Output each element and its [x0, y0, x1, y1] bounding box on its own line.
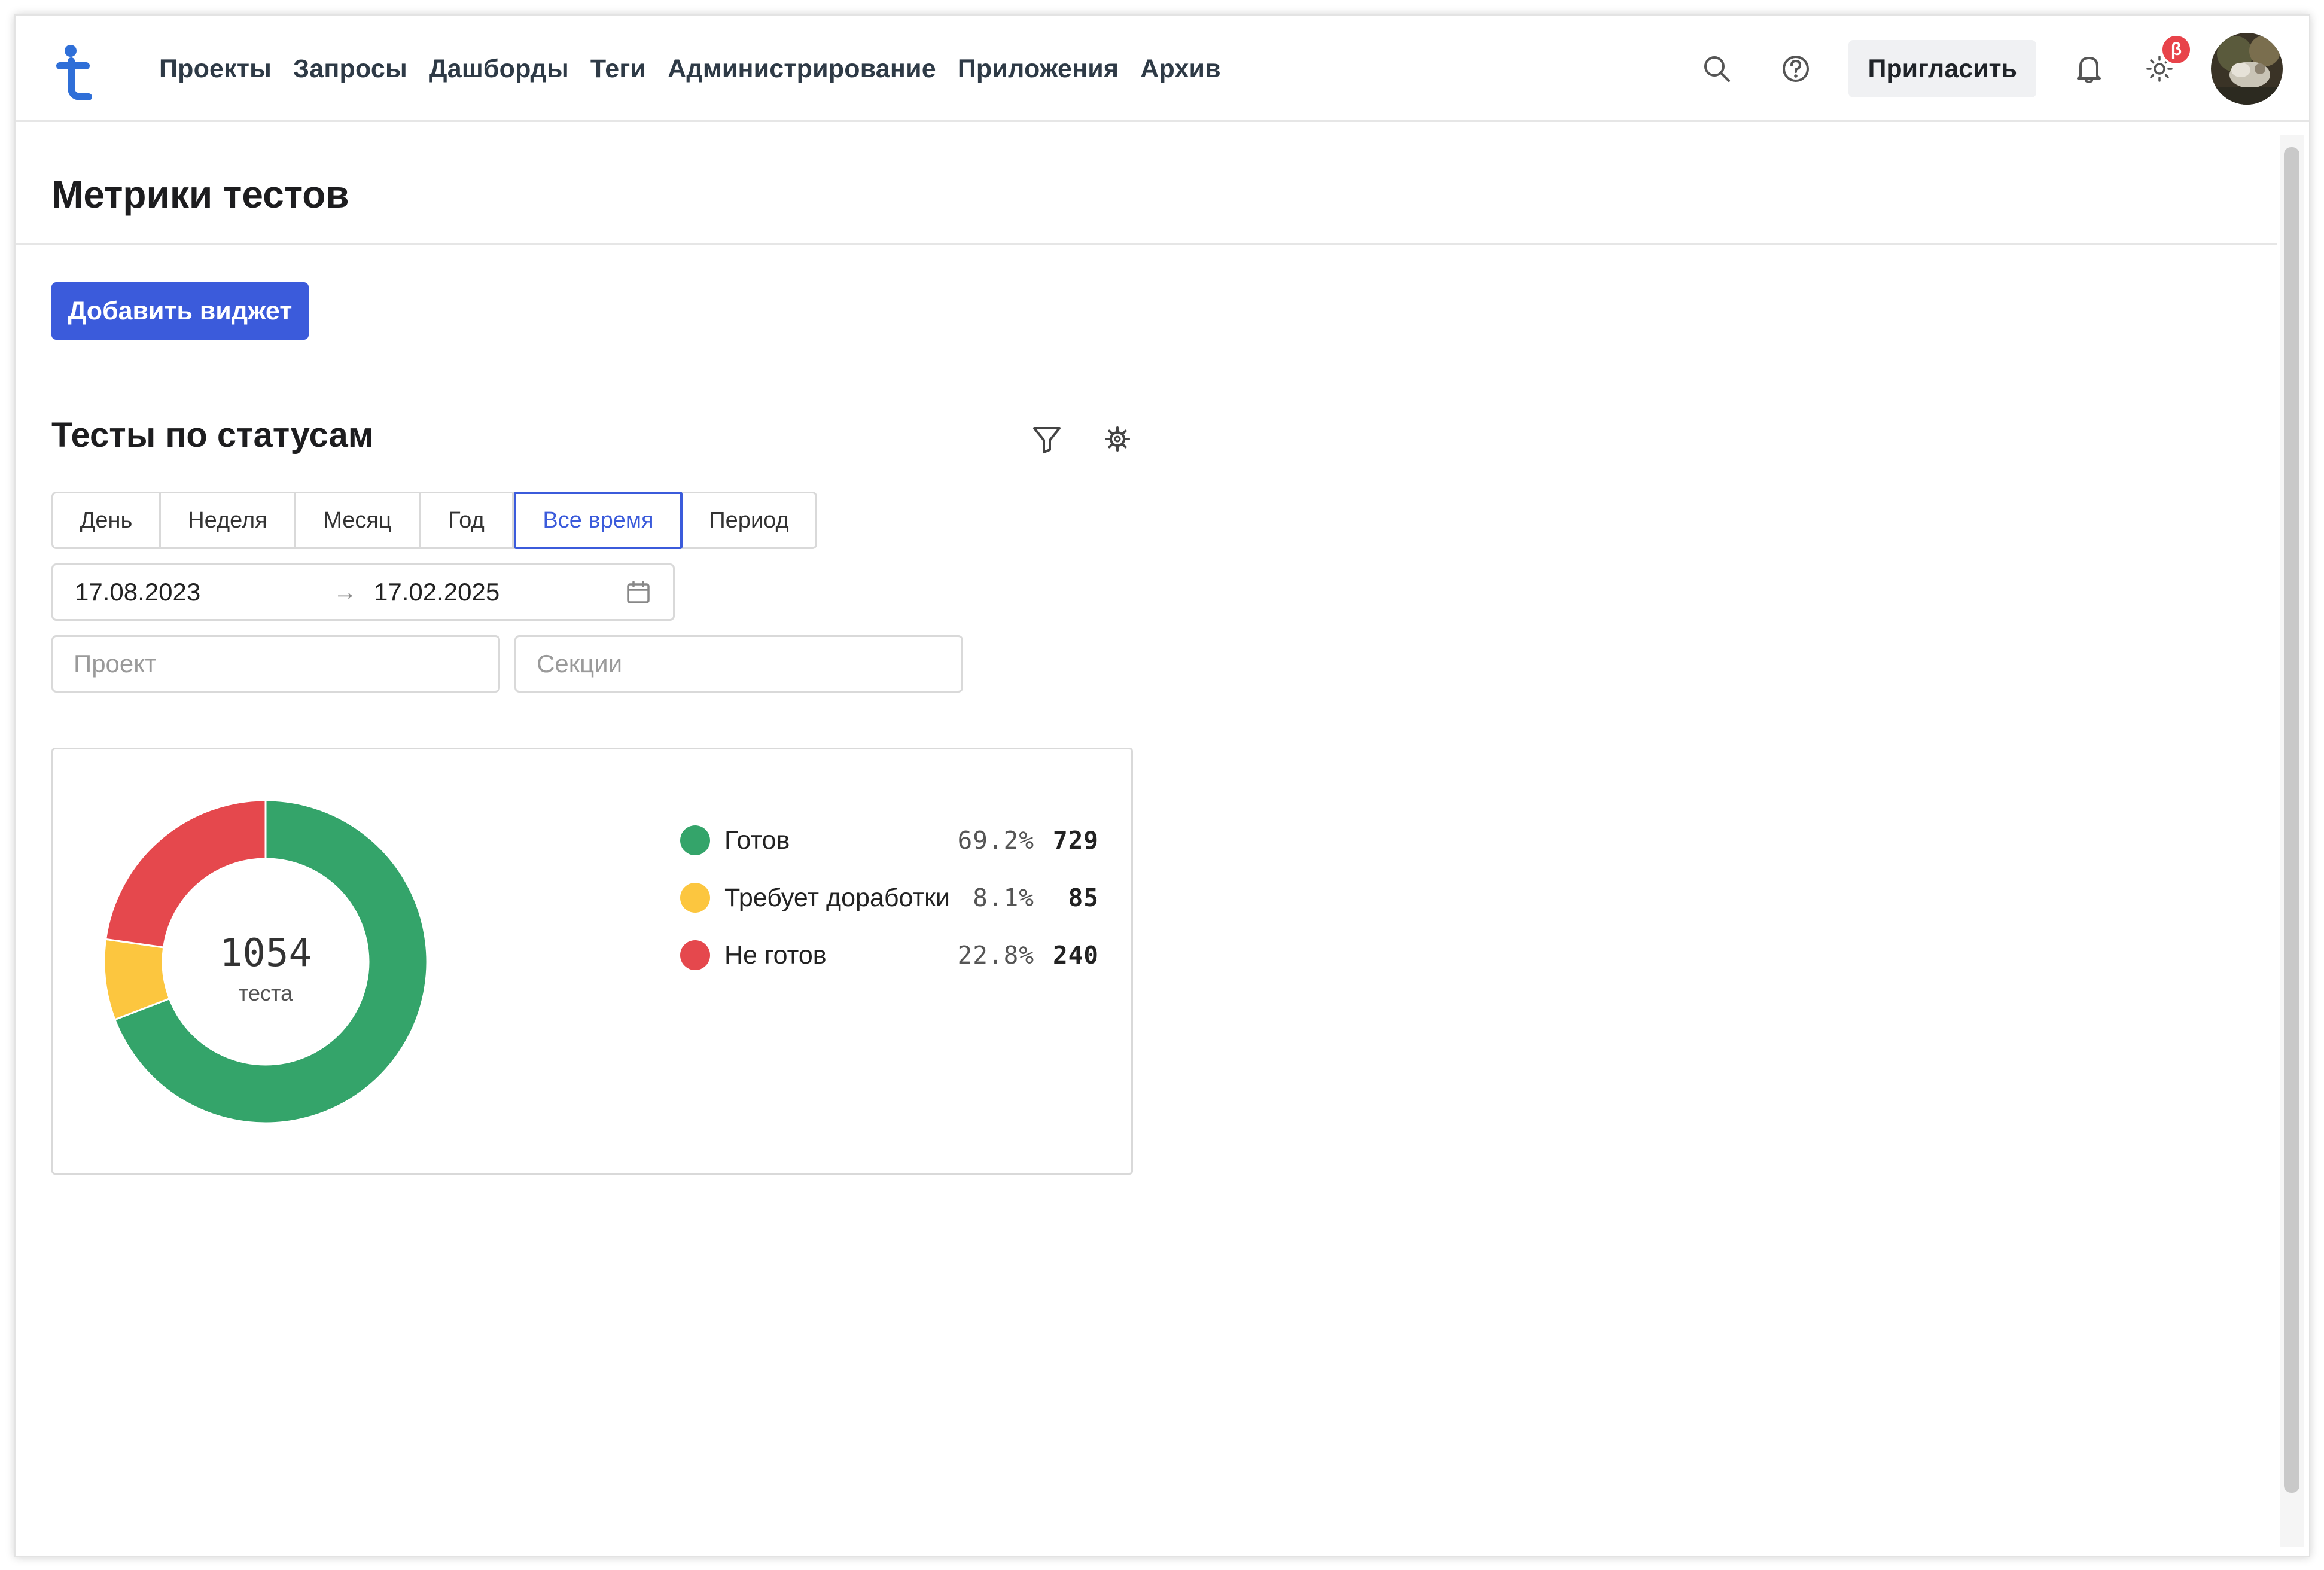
donut-total-label: теста [239, 981, 293, 1005]
calendar-icon[interactable] [624, 578, 653, 607]
legend-dot-ready [680, 825, 710, 855]
nav-item-dashboards[interactable]: Дашборды [429, 54, 569, 84]
period-selector: День Неделя Месяц Год Все время Период [51, 492, 817, 549]
legend-item-ready[interactable]: Готов 69.2% 729 [680, 812, 1099, 869]
legend-count: 729 [1052, 826, 1099, 855]
beta-badge: β [2161, 34, 2192, 65]
legend-percent: 69.2% [957, 826, 1034, 855]
legend-item-needs-work[interactable]: Требует доработки 8.1% 85 [680, 869, 1099, 926]
add-widget-button[interactable]: Добавить виджет [51, 282, 309, 340]
vertical-scrollbar[interactable] [2280, 135, 2304, 1547]
legend-percent: 8.1% [973, 883, 1034, 912]
top-tools: Пригласить β [1699, 16, 2283, 122]
search-icon[interactable] [1699, 51, 1735, 87]
period-month[interactable]: Месяц [296, 493, 421, 547]
app-window: Проекты Запросы Дашборды Теги Администри… [14, 14, 2310, 1557]
nav-item-archive[interactable]: Архив [1140, 54, 1221, 84]
invite-button[interactable]: Пригласить [1848, 40, 2036, 97]
period-year[interactable]: Год [421, 493, 514, 547]
date-end[interactable]: 17.02.2025 [374, 565, 499, 619]
legend-dot-not-ready [680, 940, 710, 970]
project-select[interactable]: Проект [51, 635, 500, 693]
sun-icon[interactable]: β [2142, 34, 2192, 87]
legend-percent: 22.8% [957, 941, 1034, 970]
period-custom[interactable]: Период [683, 493, 815, 547]
filter-icon[interactable] [1029, 421, 1065, 457]
nav-item-requests[interactable]: Запросы [293, 54, 407, 84]
legend-label: Готов [724, 825, 790, 855]
status-chart-card: 1054 теста Готов 69.2% 729 Требует дораб… [51, 748, 1133, 1175]
donut-total: 1054 [220, 931, 312, 975]
app-logo-icon[interactable] [55, 43, 97, 103]
legend-count: 85 [1068, 883, 1099, 912]
date-range-picker[interactable]: 17.08.2023 → 17.02.2025 [51, 563, 675, 621]
date-range-arrow: → [333, 578, 357, 605]
widget-title: Тесты по статусам [51, 416, 374, 455]
nav-item-tags[interactable]: Теги [590, 54, 646, 84]
period-day[interactable]: День [53, 493, 161, 547]
status-donut-chart: 1054 теста [103, 799, 428, 1124]
avatar[interactable] [2211, 33, 2283, 105]
nav-item-projects[interactable]: Проекты [159, 54, 272, 84]
legend-label: Требует доработки [724, 883, 950, 912]
bell-icon[interactable] [2071, 51, 2107, 87]
main-nav: Проекты Запросы Дашборды Теги Администри… [159, 16, 1221, 122]
chart-legend: Готов 69.2% 729 Требует доработки 8.1% 8… [680, 812, 1099, 984]
donut-slice-not-ready[interactable] [104, 799, 267, 949]
period-week[interactable]: Неделя [161, 493, 296, 547]
page-title: Метрики тестов [51, 173, 349, 216]
scrollbar-thumb[interactable] [2284, 147, 2299, 1493]
title-divider [16, 243, 2277, 245]
date-start[interactable]: 17.08.2023 [75, 565, 200, 619]
period-all-time[interactable]: Все время [514, 492, 683, 549]
nav-item-administration[interactable]: Администрирование [668, 54, 936, 84]
gear-icon[interactable] [1099, 421, 1135, 457]
legend-count: 240 [1052, 941, 1099, 970]
top-navigation: Проекты Запросы Дашборды Теги Администри… [16, 16, 2309, 122]
help-icon[interactable] [1778, 51, 1814, 87]
sections-select[interactable]: Секции [514, 635, 963, 693]
legend-item-not-ready[interactable]: Не готов 22.8% 240 [680, 926, 1099, 984]
nav-item-apps[interactable]: Приложения [958, 54, 1119, 84]
legend-dot-needs-work [680, 883, 710, 913]
legend-label: Не готов [724, 940, 827, 970]
